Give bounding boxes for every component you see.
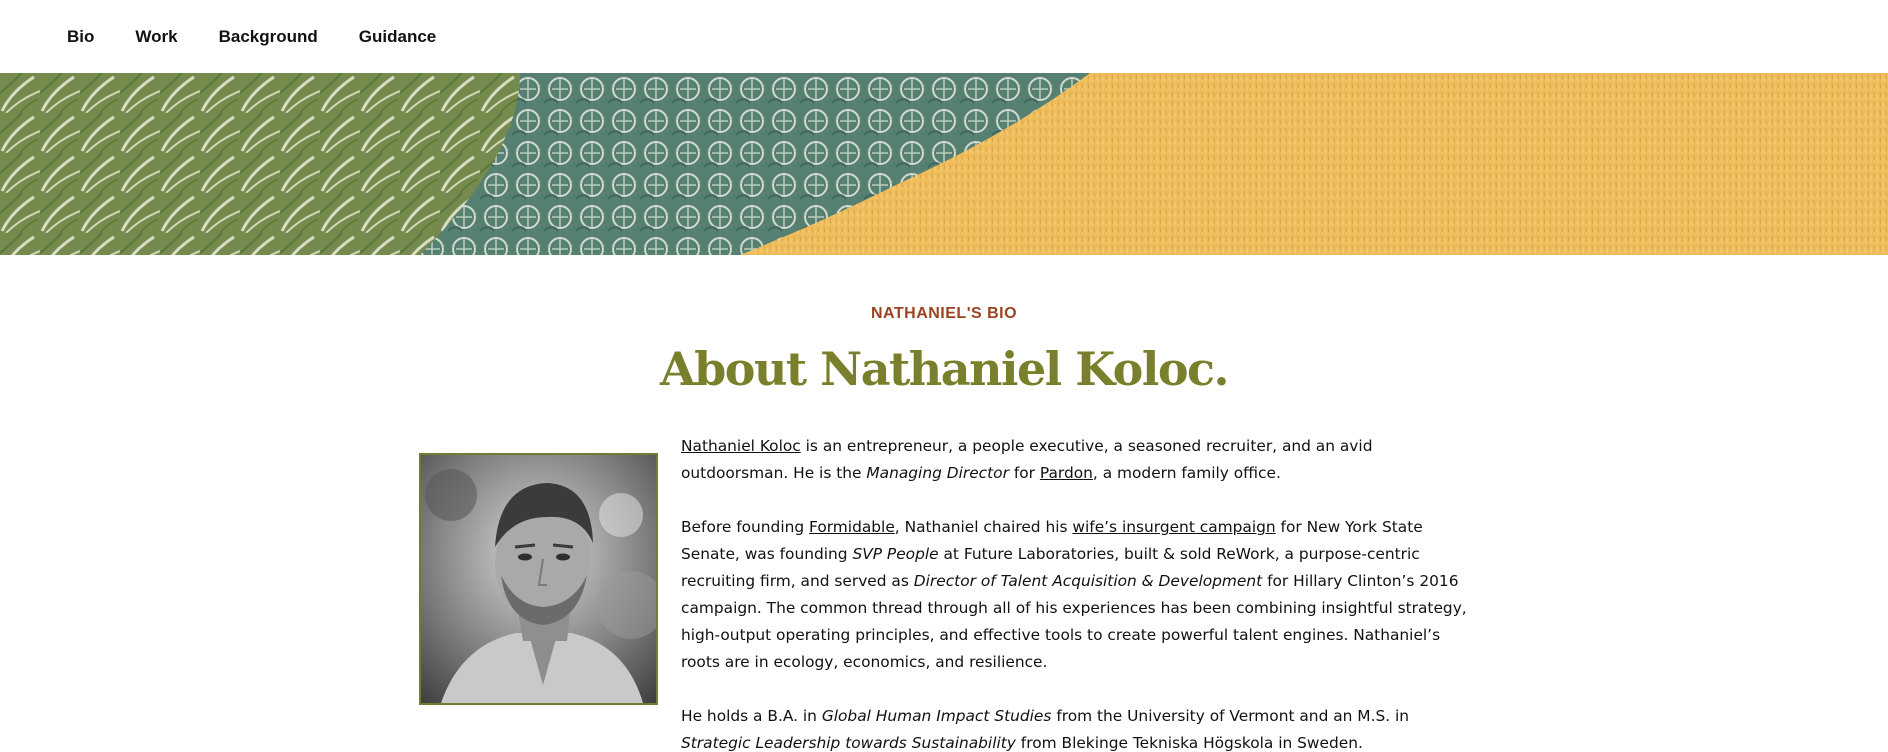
page-title: About Nathaniel Koloc. (659, 342, 1230, 396)
hero-banner (0, 73, 1888, 255)
portrait-photo (419, 453, 658, 705)
portrait-icon (421, 455, 656, 703)
nav-guidance[interactable]: Guidance (359, 27, 436, 47)
nav-work[interactable]: Work (135, 27, 177, 47)
formidable-link[interactable]: Formidable (809, 518, 895, 536)
bio-paragraph-1: Nathaniel Koloc is an entrepreneur, a pe… (681, 437, 1373, 482)
bio-paragraph-3: He holds a B.A. in Global Human Impact S… (681, 707, 1410, 752)
pardon-link[interactable]: Pardon (1040, 464, 1093, 482)
section-kicker: NATHANIEL'S BIO (870, 305, 1018, 322)
top-nav: Bio Work Background Guidance (0, 0, 1888, 73)
botanical-illustration-icon (0, 73, 1888, 255)
campaign-link[interactable]: wife’s insurgent campaign (1072, 518, 1275, 536)
name-link[interactable]: Nathaniel Koloc (681, 437, 801, 455)
bio-text: Nathaniel Koloc is an entrepreneur, a pe… (681, 433, 1481, 752)
nav-bio[interactable]: Bio (67, 27, 94, 47)
nav-background[interactable]: Background (219, 27, 318, 47)
bio-paragraph-2: Before founding Formidable, Nathaniel ch… (681, 518, 1467, 671)
